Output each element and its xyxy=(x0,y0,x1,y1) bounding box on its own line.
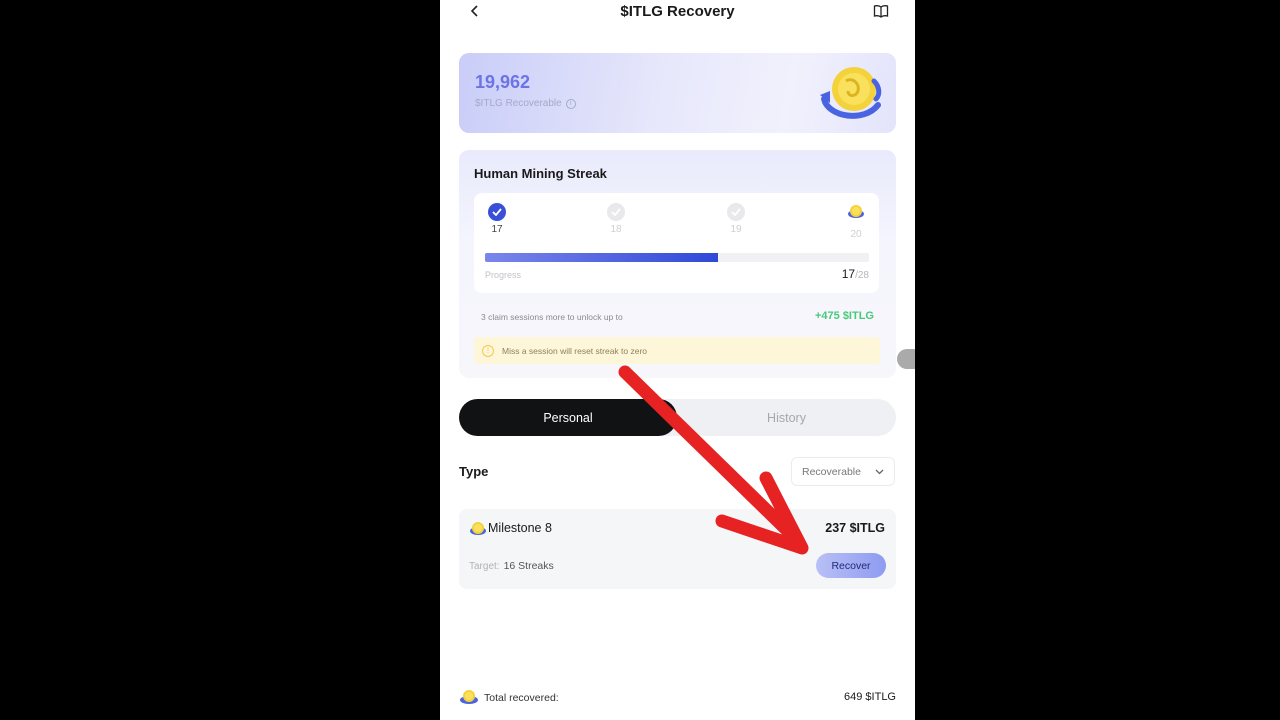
recoverable-balance-card: 19,962 $ITLG Recoverable i xyxy=(459,53,896,133)
streak-title: Human Mining Streak xyxy=(474,166,607,181)
claim-reward-amount: +475 $ITLG xyxy=(814,310,874,322)
warning-text: Miss a session will reset streak to zero xyxy=(502,345,648,356)
progress-current: 17 xyxy=(841,267,856,281)
tab-switcher: Personal History xyxy=(459,399,896,436)
floating-assist-button[interactable] xyxy=(897,349,915,369)
streak-progress-fill xyxy=(485,253,719,262)
tab-history[interactable]: History xyxy=(677,399,896,436)
progress-label: Progress xyxy=(485,270,522,280)
total-recovered-label: Total recovered: xyxy=(484,692,559,704)
streak-progress-bar xyxy=(485,253,869,262)
type-filter-select[interactable]: Recoverable xyxy=(791,457,895,486)
tab-personal[interactable]: Personal xyxy=(459,399,677,436)
claim-sessions-text: 3 claim sessions more to unlock up to xyxy=(481,312,623,322)
guide-button[interactable] xyxy=(869,0,893,22)
check-icon xyxy=(488,203,506,221)
streak-day-number: 18 xyxy=(610,224,622,235)
warning-icon: ! xyxy=(482,344,494,357)
type-filter-label: Type xyxy=(459,464,489,479)
coin-reward-icon xyxy=(848,205,864,218)
recover-button[interactable]: Recover xyxy=(816,553,886,578)
milestone-card: Milestone 8 237 $ITLG Target: 16 Streaks … xyxy=(459,509,896,589)
type-filter-value: Recoverable xyxy=(802,465,861,478)
progress-total: /28 xyxy=(855,270,869,281)
page-title: $ITLG Recovery xyxy=(620,3,735,20)
streak-day-number: 20 xyxy=(850,229,862,240)
total-recovered-row: Total recovered: 649 $ITLG xyxy=(459,689,896,707)
book-icon xyxy=(873,5,889,18)
milestone-target-label: Target: xyxy=(469,561,500,572)
coin-icon xyxy=(460,690,478,704)
milestone-target-value: 16 Streaks xyxy=(503,560,554,572)
recoverable-label-row: $ITLG Recoverable i xyxy=(475,98,576,109)
milestone-amount: 237 $ITLG xyxy=(825,521,885,535)
streak-day-17: 17 xyxy=(482,203,512,235)
check-icon xyxy=(607,203,625,221)
milestone-name: Milestone 8 xyxy=(488,521,552,535)
header: $ITLG Recovery xyxy=(440,0,915,24)
streak-day-number: 17 xyxy=(491,224,503,235)
streak-progress-panel: 17 18 19 20 Progress 17/28 xyxy=(474,193,879,293)
total-recovered-value: 649 $ITLG xyxy=(844,691,896,703)
recovery-coin-icon xyxy=(820,67,882,119)
milestone-target: Target: 16 Streaks xyxy=(469,560,554,572)
streak-day-number: 19 xyxy=(730,224,742,235)
streak-day-19: 19 xyxy=(721,203,751,235)
info-icon[interactable]: i xyxy=(565,98,576,109)
app-screen: $ITLG Recovery 19,962 $ITLG Recoverable … xyxy=(440,0,915,720)
streak-warning: ! Miss a session will reset streak to ze… xyxy=(474,337,880,364)
streak-day-20: 20 xyxy=(841,203,871,240)
recoverable-label: $ITLG Recoverable xyxy=(475,98,562,109)
chevron-down-icon xyxy=(875,469,884,474)
progress-count: 17/28 xyxy=(842,267,869,281)
streak-day-18: 18 xyxy=(601,203,631,235)
coin-icon xyxy=(470,522,486,535)
recoverable-amount: 19,962 xyxy=(475,72,531,92)
mining-streak-card: Human Mining Streak 17 18 19 20 Progress… xyxy=(459,150,896,378)
check-icon xyxy=(727,203,745,221)
